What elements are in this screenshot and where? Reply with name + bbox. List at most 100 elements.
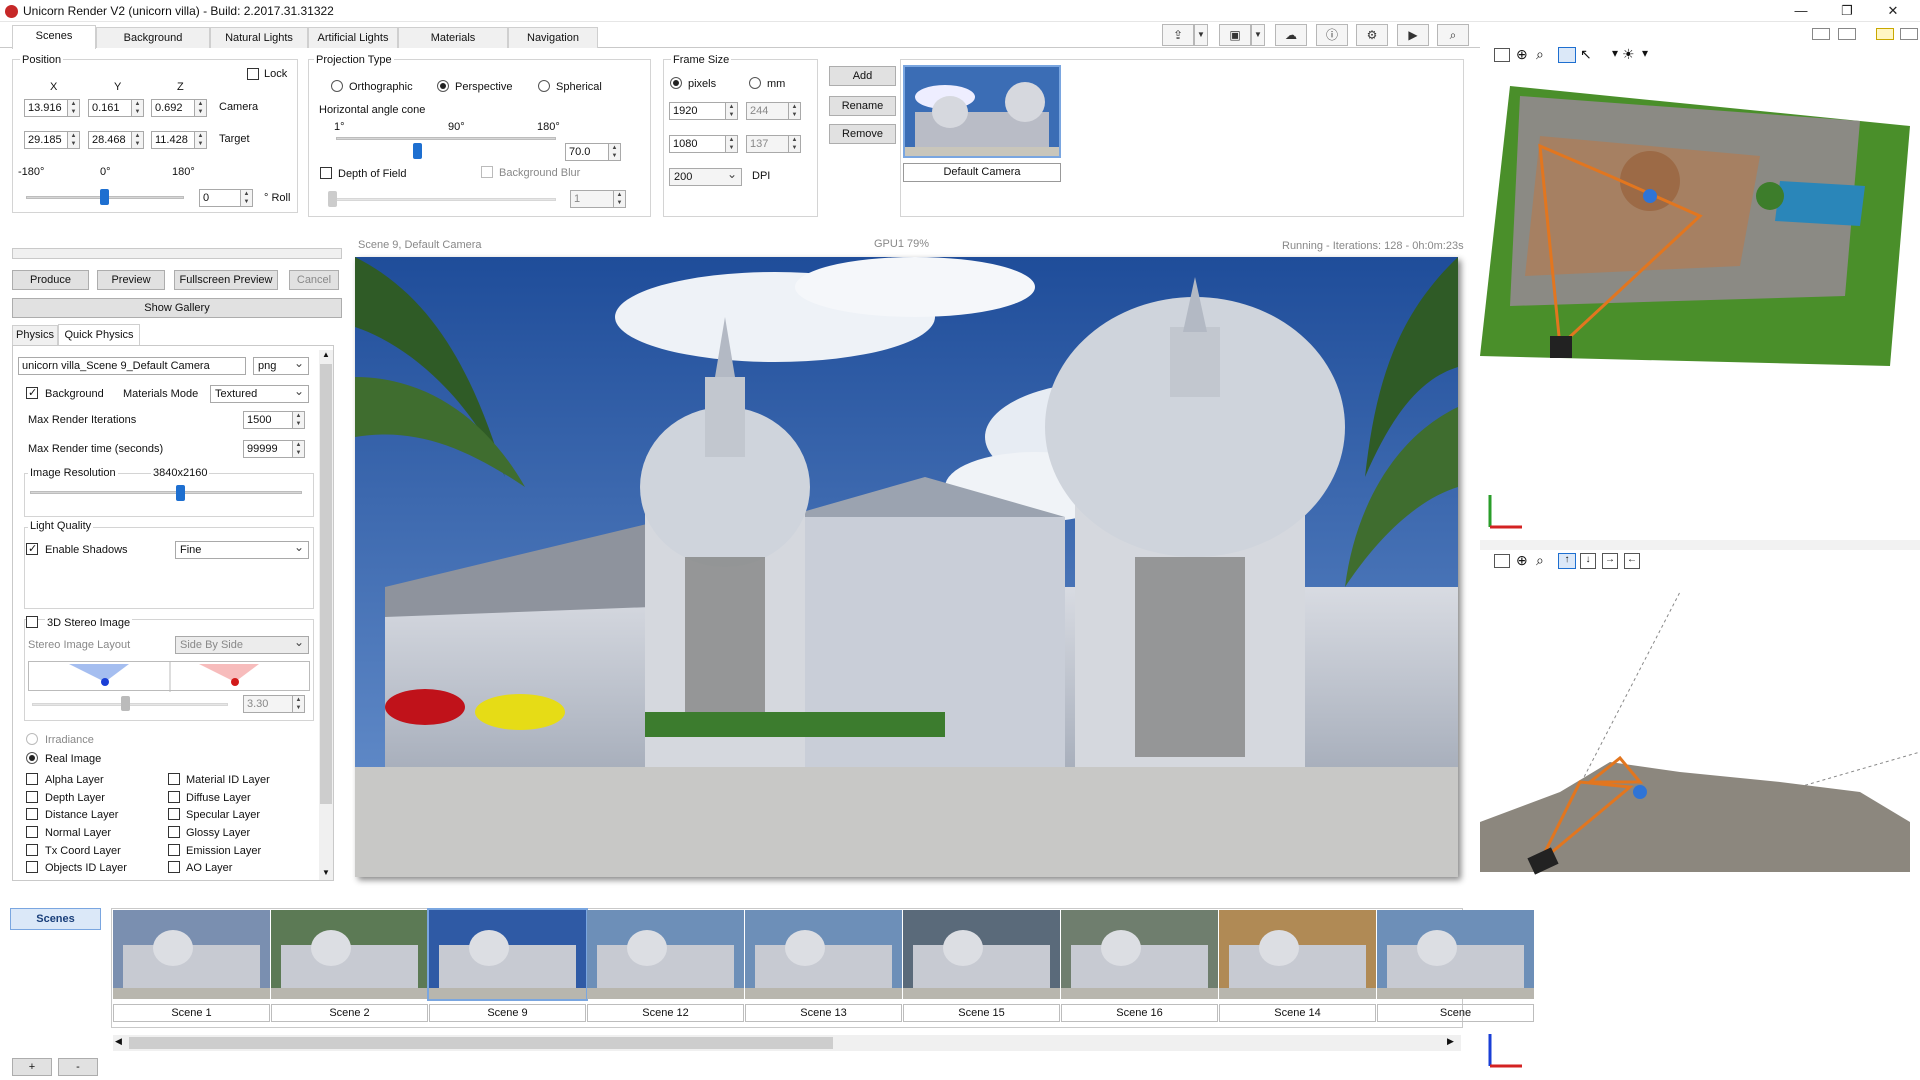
ao-layer-checkbox[interactable]	[168, 861, 180, 873]
materials-mode-select[interactable]: Textured	[210, 383, 309, 403]
depth-of-field-checkbox[interactable]	[320, 167, 332, 179]
frame-height-mm-input[interactable]: 137	[746, 135, 789, 153]
perspective-radio[interactable]	[437, 80, 449, 92]
scene-thumbnail[interactable]	[745, 910, 902, 999]
side-view-panel[interactable]: ⊕ ⌕ ↑ ↓ → ←	[1480, 552, 1920, 1077]
frame-width-mm-spinner[interactable]: ▲ ▼	[789, 102, 801, 120]
minimize-button[interactable]: —	[1778, 0, 1824, 22]
cancel-button[interactable]: Cancel	[289, 270, 339, 290]
background-blur-checkbox[interactable]	[481, 166, 493, 178]
resolution-slider-thumb[interactable]	[176, 485, 185, 501]
scene-thumbnail-label[interactable]: Scene	[1377, 1004, 1534, 1022]
angle-slider-thumb[interactable]	[413, 143, 422, 159]
scene-thumbnail[interactable]	[271, 910, 428, 999]
objects-id-layer-checkbox[interactable]	[26, 861, 38, 873]
layout-icon-4[interactable]	[1900, 28, 1918, 40]
tab-scenes[interactable]: Scenes	[12, 25, 96, 49]
zoom-extents-icon-2[interactable]	[1494, 554, 1510, 568]
background-checkbox[interactable]	[26, 386, 38, 399]
view-up-icon[interactable]: ↑	[1558, 553, 1576, 569]
frame-width-spinner[interactable]: ▲ ▼	[726, 102, 738, 120]
target-z-spinner[interactable]: ▲ ▼	[195, 131, 207, 149]
specular-layer-checkbox[interactable]	[168, 808, 180, 820]
sun-icon[interactable]: ☀	[1622, 46, 1635, 63]
tab-artificial-lights[interactable]: Artificial Lights	[308, 27, 398, 48]
settings-icon[interactable]: ⚙	[1356, 24, 1388, 46]
top-view-panel[interactable]: ⊕ ⌕ ↖ ▾ ☀ ▾	[1480, 46, 1920, 542]
scene-thumbnail[interactable]	[427, 908, 588, 1001]
view-right-icon[interactable]: →	[1602, 553, 1618, 569]
blur-slider-thumb[interactable]	[328, 191, 337, 207]
scene-thumbnail[interactable]	[587, 910, 744, 999]
view-left-icon[interactable]: ←	[1624, 553, 1640, 569]
tab-natural-lights[interactable]: Natural Lights	[210, 27, 308, 48]
gallery-scroll-right-icon[interactable]: ▶	[1447, 1036, 1454, 1047]
select-tool-icon[interactable]: ↖	[1580, 46, 1592, 63]
rename-camera-button[interactable]: Rename	[829, 96, 896, 116]
close-button[interactable]: ✕	[1870, 0, 1916, 22]
frame-width-input[interactable]: 1920	[669, 102, 726, 120]
remove-camera-button[interactable]: Remove	[829, 124, 896, 144]
render-viewport[interactable]	[355, 257, 1458, 877]
scene-thumbnail-label[interactable]: Scene 13	[745, 1004, 902, 1022]
blur-slider-track[interactable]	[330, 198, 556, 201]
scene-thumbnail[interactable]	[903, 910, 1060, 999]
scroll-down-icon[interactable]: ▼	[322, 868, 330, 877]
max-time-input[interactable]: 99999	[243, 440, 293, 458]
tx-coord-layer-checkbox[interactable]	[26, 844, 38, 856]
tab-background[interactable]: Background	[96, 27, 210, 48]
orbit-icon-2[interactable]: ⊕	[1516, 552, 1528, 569]
stereo-value-input[interactable]: 3.30	[243, 695, 293, 713]
scene-thumbnail-label[interactable]: Scene 16	[1061, 1004, 1218, 1022]
scene-thumbnail[interactable]	[1377, 910, 1534, 999]
layout-icon-1[interactable]	[1812, 28, 1830, 40]
orthographic-radio[interactable]	[331, 80, 343, 92]
material-id-layer-checkbox[interactable]	[168, 773, 180, 785]
camera-y-input[interactable]: 0.161	[88, 99, 132, 117]
frame-height-spinner[interactable]: ▲ ▼	[726, 135, 738, 153]
spherical-radio[interactable]	[538, 80, 550, 92]
blur-spinner[interactable]: ▲ ▼	[614, 190, 626, 208]
emission-layer-checkbox[interactable]	[168, 844, 180, 856]
distance-layer-checkbox[interactable]	[26, 808, 38, 820]
zoom-extents-icon[interactable]	[1494, 48, 1510, 62]
max-iterations-input[interactable]: 1500	[243, 411, 293, 429]
scroll-thumb[interactable]	[320, 364, 332, 804]
tab-quick-physics[interactable]: Quick Physics	[58, 324, 140, 346]
panel-scrollbar[interactable]: ▲ ▼	[319, 350, 333, 880]
roll-input[interactable]: 0	[199, 189, 241, 207]
camera-z-input[interactable]: 0.692	[151, 99, 195, 117]
roll-slider-thumb[interactable]	[100, 189, 109, 205]
restore-button[interactable]: ❐	[1824, 0, 1870, 22]
camera-z-spinner[interactable]: ▲ ▼	[195, 99, 207, 117]
default-camera-thumbnail[interactable]	[903, 65, 1061, 158]
frame-height-mm-spinner[interactable]: ▲ ▼	[789, 135, 801, 153]
produce-button[interactable]: Produce	[12, 270, 89, 290]
gallery-scroll-left-icon[interactable]: ◀	[115, 1036, 122, 1047]
add-scene-button[interactable]: +	[12, 1058, 52, 1076]
normal-layer-checkbox[interactable]	[26, 826, 38, 838]
dpi-select[interactable]: 200	[669, 166, 742, 186]
glossy-layer-checkbox[interactable]	[168, 826, 180, 838]
alpha-layer-checkbox[interactable]	[26, 773, 38, 785]
camera-x-input[interactable]: 13.916	[24, 99, 68, 117]
zoom-icon-2[interactable]: ⌕	[1536, 552, 1544, 569]
view-splitter[interactable]	[1480, 540, 1920, 550]
remove-scene-button[interactable]: -	[58, 1058, 98, 1076]
enable-shadows-checkbox[interactable]	[26, 542, 38, 555]
add-camera-button[interactable]: Add	[829, 66, 896, 86]
frame-width-mm-input[interactable]: 244	[746, 102, 789, 120]
target-x-spinner[interactable]: ▲ ▼	[68, 131, 80, 149]
max-time-spinner[interactable]: ▲ ▼	[293, 440, 305, 458]
angle-input[interactable]: 70.0	[565, 143, 609, 161]
info-icon[interactable]: ⓘ	[1316, 24, 1348, 46]
layout-icon-2[interactable]	[1838, 28, 1856, 40]
dropdown-icon[interactable]: ▾	[1612, 46, 1618, 60]
scene-thumbnail-label[interactable]: Scene 1	[113, 1004, 270, 1022]
output-filename-input[interactable]: unicorn villa_Scene 9_Default Camera	[18, 357, 246, 375]
layout-icon-3[interactable]	[1876, 28, 1894, 40]
diffuse-layer-checkbox[interactable]	[168, 791, 180, 803]
depth-layer-checkbox[interactable]	[26, 791, 38, 803]
show-gallery-button[interactable]: Show Gallery	[12, 298, 342, 318]
lock-checkbox[interactable]	[247, 68, 259, 80]
